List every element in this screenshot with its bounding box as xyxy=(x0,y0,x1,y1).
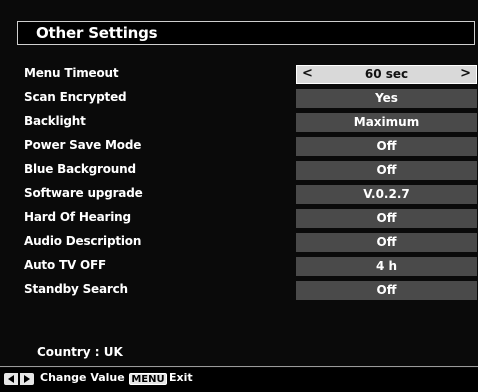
left-arrow-icon xyxy=(8,375,14,383)
setting-value-selector[interactable]: Off xyxy=(296,281,477,300)
setting-row-blue-background[interactable]: Blue Background Off xyxy=(0,159,478,183)
country-indicator: Country : UK xyxy=(37,345,123,359)
chevron-right-icon[interactable]: > xyxy=(460,66,471,81)
setting-label: Audio Description xyxy=(24,234,142,248)
setting-value-selector[interactable]: Off xyxy=(296,209,477,228)
setting-label: Hard Of Hearing xyxy=(24,210,131,224)
setting-value-selector[interactable]: Off xyxy=(296,161,477,180)
change-value-hint: Change Value xyxy=(40,371,125,384)
title-bar: Other Settings xyxy=(17,21,475,45)
setting-label: Backlight xyxy=(24,114,86,128)
setting-row-backlight[interactable]: Backlight Maximum xyxy=(0,111,478,135)
setting-row-software-upgrade[interactable]: Software upgrade V.0.2.7 xyxy=(0,183,478,207)
setting-value: Off xyxy=(376,235,397,249)
setting-value: Yes xyxy=(375,91,398,105)
page-title: Other Settings xyxy=(36,24,158,42)
setting-value: V.0.2.7 xyxy=(363,187,410,201)
settings-list: Menu Timeout < 60 sec > Scan Encrypted Y… xyxy=(0,63,478,303)
setting-label: Blue Background xyxy=(24,162,136,176)
setting-row-audio-description[interactable]: Audio Description Off xyxy=(0,231,478,255)
setting-label: Standby Search xyxy=(24,282,128,296)
setting-value-selector[interactable]: Yes xyxy=(296,89,477,108)
setting-value: Off xyxy=(376,211,397,225)
setting-label: Scan Encrypted xyxy=(24,90,127,104)
exit-hint: Exit xyxy=(169,371,193,384)
setting-label: Auto TV OFF xyxy=(24,258,107,272)
setting-value: Off xyxy=(376,139,397,153)
left-right-arrows-icon xyxy=(4,373,34,385)
setting-row-scan-encrypted[interactable]: Scan Encrypted Yes xyxy=(0,87,478,111)
setting-row-auto-tv-off[interactable]: Auto TV OFF 4 h xyxy=(0,255,478,279)
key-hint-bar: Change Value MENU Exit xyxy=(0,368,478,392)
setting-value-selector[interactable]: Off xyxy=(296,233,477,252)
setting-value: 60 sec xyxy=(364,67,409,81)
setting-row-power-save-mode[interactable]: Power Save Mode Off xyxy=(0,135,478,159)
arrow-separator xyxy=(18,373,20,385)
setting-value-selector[interactable]: 4 h xyxy=(296,257,477,276)
setting-row-standby-search[interactable]: Standby Search Off xyxy=(0,279,478,303)
setting-row-hard-of-hearing[interactable]: Hard Of Hearing Off xyxy=(0,207,478,231)
setting-label: Software upgrade xyxy=(24,186,143,200)
setting-value-selector[interactable]: < 60 sec > xyxy=(296,65,477,84)
setting-value-selector[interactable]: Off xyxy=(296,137,477,156)
right-arrow-icon xyxy=(24,375,30,383)
setting-value-selector[interactable]: V.0.2.7 xyxy=(296,185,477,204)
menu-key-icon: MENU xyxy=(129,373,167,385)
setting-value: 4 h xyxy=(375,259,398,273)
setting-value-selector[interactable]: Maximum xyxy=(296,113,477,132)
setting-value: Off xyxy=(376,163,397,177)
footer-divider xyxy=(0,366,478,367)
setting-label: Power Save Mode xyxy=(24,138,142,152)
setting-value: Maximum xyxy=(353,115,420,129)
setting-row-menu-timeout[interactable]: Menu Timeout < 60 sec > xyxy=(0,63,478,87)
setting-label: Menu Timeout xyxy=(24,66,119,80)
setting-value: Off xyxy=(376,283,397,297)
other-settings-screen: Other Settings Menu Timeout < 60 sec > S… xyxy=(0,0,478,392)
